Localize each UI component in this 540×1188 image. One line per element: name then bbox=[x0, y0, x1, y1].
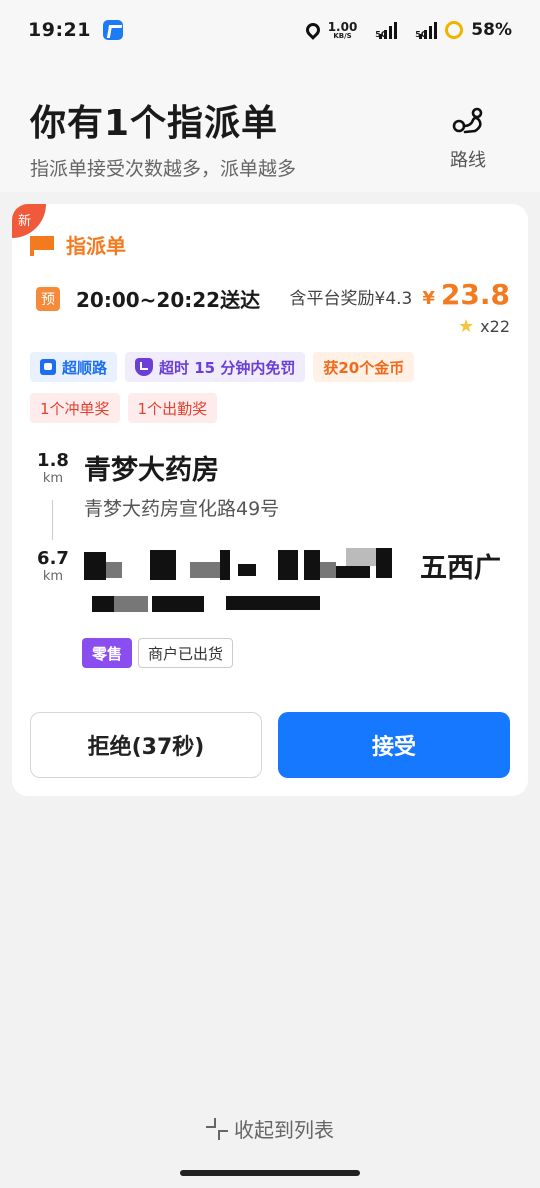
signal-icon-1: 5G bbox=[365, 21, 398, 39]
signal-1-type: 5G bbox=[375, 29, 388, 39]
reject-button[interactable]: 拒绝(37秒) bbox=[30, 712, 262, 778]
order-type-header: 指派单 bbox=[30, 230, 126, 259]
app-notification-icon bbox=[102, 20, 123, 40]
dropoff-distance-value: 6.7 bbox=[37, 548, 69, 569]
thumbs-up-icon bbox=[40, 359, 56, 375]
route-button[interactable]: 路线 bbox=[448, 104, 488, 172]
delivery-time: 20:00~20:22送达 bbox=[76, 288, 261, 312]
tag-coins: 获20个金币 bbox=[313, 352, 415, 382]
pickup-distance: 1.8 km bbox=[36, 450, 70, 486]
tag-attendance-bonus: 1个出勤奖 bbox=[127, 393, 218, 423]
home-indicator[interactable] bbox=[180, 1170, 360, 1176]
tag-on-route: 超顺路 bbox=[30, 352, 118, 382]
status-time: 19:21 bbox=[28, 19, 91, 41]
page-title: 你有1个指派单 bbox=[30, 103, 279, 144]
tag-timeout-exempt-label: 超时 15 分钟内免罚 bbox=[159, 358, 296, 377]
page-subtitle: 指派单接受次数越多，派单越多 bbox=[30, 158, 297, 180]
pickup-distance-unit: km bbox=[42, 471, 64, 486]
route-label: 路线 bbox=[450, 150, 486, 171]
order-type-label: 指派单 bbox=[66, 234, 126, 258]
location-icon bbox=[302, 20, 323, 40]
status-bar: 19:21 1.00 KB/S 5G 5G 58% bbox=[0, 0, 540, 60]
accept-button[interactable]: 接受 bbox=[278, 712, 510, 778]
route-connector bbox=[52, 500, 53, 540]
pickup-address: 青梦大药房宣化路49号 bbox=[84, 498, 280, 520]
order-price: 23.8 bbox=[440, 278, 510, 311]
order-card[interactable]: 新 指派单 预 20:00~20:22送达 含平台奖励¥4.3 ¥ 23.8 ★… bbox=[12, 204, 528, 796]
tag-on-route-label: 超顺路 bbox=[62, 358, 108, 377]
signal-2-type: 5G bbox=[415, 29, 428, 39]
star-icon: ★ bbox=[458, 316, 475, 337]
delivery-time-row: 预 20:00~20:22送达 bbox=[36, 284, 260, 313]
reward-block: 含平台奖励¥4.3 ¥ 23.8 bbox=[290, 278, 510, 311]
shield-icon bbox=[135, 358, 154, 376]
network-speed-unit: KB/S bbox=[333, 31, 352, 40]
bonus-tags: 1个冲单奖 1个出勤奖 bbox=[30, 393, 218, 423]
price-symbol: ¥ bbox=[422, 288, 435, 309]
tag-timeout-exempt: 超时 15 分钟内免罚 bbox=[125, 352, 306, 382]
pickup-distance-value: 1.8 bbox=[37, 450, 69, 471]
tag-sprint-bonus: 1个冲单奖 bbox=[30, 393, 120, 423]
dropoff-distance-unit: km bbox=[42, 569, 64, 584]
merchant-shipped-badge: 商户已出货 bbox=[138, 638, 234, 668]
network-speed-value: 1.00 bbox=[327, 19, 358, 34]
pickup-name: 青梦大药房 bbox=[84, 455, 219, 486]
header: 你有1个指派单 指派单接受次数越多，派单越多 路线 bbox=[0, 60, 540, 192]
platform-reward-label: 含平台奖励¥4.3 bbox=[289, 289, 413, 309]
collapse-icon bbox=[206, 1117, 228, 1140]
feature-tags: 超顺路 超时 15 分钟内免罚 获20个金币 bbox=[30, 352, 415, 382]
collapse-label: 收起到列表 bbox=[234, 1118, 334, 1142]
dropoff-distance: 6.7 km bbox=[36, 548, 70, 584]
order-badges: 零售 商户已出货 bbox=[82, 638, 234, 668]
network-speed: 1.00 KB/S bbox=[328, 21, 358, 40]
star-reward: ★ x22 bbox=[458, 316, 510, 337]
flag-icon bbox=[30, 235, 54, 256]
collapse-to-list-button[interactable]: 收起到列表 bbox=[0, 1114, 540, 1143]
status-left: 19:21 bbox=[28, 19, 123, 41]
dropoff-name-visible: 五西广 bbox=[420, 553, 501, 584]
reservation-badge: 预 bbox=[36, 286, 60, 311]
battery-percent: 58% bbox=[471, 20, 512, 40]
battery-icon bbox=[445, 21, 464, 39]
signal-icon-2: 5G bbox=[405, 21, 438, 39]
status-right: 1.00 KB/S 5G 5G 58% bbox=[302, 20, 512, 40]
star-count: x22 bbox=[480, 317, 510, 336]
route-icon bbox=[452, 107, 483, 134]
retail-badge: 零售 bbox=[82, 638, 133, 668]
